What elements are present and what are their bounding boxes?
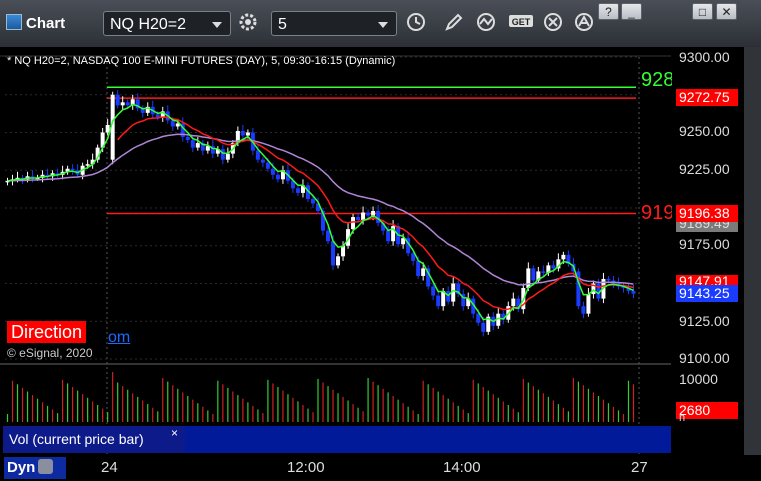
candle-body	[240, 130, 245, 136]
candle-body	[255, 150, 260, 160]
candle-body	[541, 271, 546, 273]
window-titlebar: Chart NQ H20=2 5 GET ? _ □ ✕	[0, 0, 761, 48]
maximize-button[interactable]: □	[692, 3, 713, 20]
candle-body	[295, 188, 300, 193]
candle-body	[581, 306, 586, 314]
volume-tick: 10000	[679, 371, 718, 387]
candle-body	[386, 230, 391, 242]
volume-tick: n	[679, 412, 686, 424]
price-tick: 9125.00	[679, 313, 730, 329]
candle-body	[195, 143, 200, 148]
price-tick: 9225.00	[679, 161, 730, 177]
candle-body	[631, 291, 636, 294]
candle-body	[120, 102, 125, 106]
candle-body	[331, 241, 336, 266]
candle-body	[185, 137, 190, 141]
candle-body	[125, 102, 130, 106]
candle-body	[336, 256, 341, 266]
candle-body	[265, 162, 270, 169]
get-icon[interactable]: GET	[507, 11, 537, 36]
last-price-tag: 9143.25	[676, 285, 738, 302]
app-title: Chart	[6, 14, 65, 32]
price-tick: 9250.00	[679, 123, 730, 139]
lower-red-level-tag: 9196.38	[676, 205, 738, 222]
time-tick: 27	[631, 459, 648, 476]
minimize-button[interactable]: _	[621, 3, 642, 20]
candle-body	[436, 295, 441, 307]
candle-body	[511, 298, 516, 307]
candle-body	[431, 286, 436, 296]
candle-body	[356, 217, 361, 221]
website-link[interactable]: om	[108, 329, 130, 347]
direction-badge[interactable]: Direction	[7, 321, 87, 343]
time-tick: 12:00	[287, 459, 325, 476]
volume-close-button[interactable]: ×	[171, 426, 178, 440]
price-tick: 9100.00	[679, 350, 730, 366]
interval-combo[interactable]: 5	[271, 11, 397, 36]
alert-icon[interactable]	[571, 11, 596, 36]
volume-study-bar	[185, 426, 671, 453]
price-tick: 9175.00	[679, 236, 730, 252]
candle-body	[225, 153, 230, 160]
volume-tag: 2680	[676, 402, 738, 419]
right-scroll-edge[interactable]	[744, 47, 761, 481]
upper-red-level-tag: 9272.75	[676, 89, 738, 106]
dynamic-label: Dyn	[7, 459, 36, 476]
candle-body	[551, 265, 556, 269]
dynamic-button[interactable]: Dyn	[4, 457, 66, 479]
candle-body	[606, 278, 611, 281]
interval-value: 5	[278, 16, 287, 33]
candle-body	[421, 268, 426, 276]
candle-body	[531, 268, 536, 281]
study-icon[interactable]	[474, 11, 499, 36]
candle-body	[586, 294, 591, 314]
candle-body	[416, 260, 421, 276]
red-ma-tag: 9147.91	[676, 275, 738, 285]
gear-icon[interactable]	[235, 11, 260, 36]
chevron-down-icon[interactable]	[378, 22, 388, 28]
volume-study-label: Vol (current price bar)	[3, 426, 185, 453]
candle-body	[190, 140, 195, 148]
green-level-label: 928	[641, 69, 672, 91]
time-tick: 14:00	[443, 459, 481, 476]
candle-body	[70, 168, 75, 171]
time-tick: 24	[101, 459, 118, 476]
candle-body	[326, 230, 331, 242]
candle-body	[275, 174, 280, 180]
candle-body	[155, 114, 160, 118]
pencil-icon[interactable]	[441, 11, 466, 36]
clock-icon[interactable]	[403, 11, 428, 36]
red-level-label: 919	[641, 202, 672, 224]
copyright-text: © eSignal, 2020	[7, 346, 93, 360]
app-title-label: Chart	[26, 15, 66, 32]
chart-app-icon	[6, 14, 22, 30]
price-tick: 9300.00	[679, 49, 730, 65]
candle-body	[310, 198, 315, 204]
price-chart[interactable]	[0, 47, 744, 455]
svg-text:GET: GET	[512, 17, 531, 27]
symbol-combo[interactable]: NQ H20=2	[103, 11, 231, 36]
close-button[interactable]: ✕	[716, 3, 737, 20]
candle-body	[481, 322, 486, 332]
candle-body	[270, 168, 275, 175]
close-circle-icon[interactable]	[540, 11, 565, 36]
chart-header: * NQ H20=2, NASDAQ 100 E-MINI FUTURES (D…	[7, 55, 396, 67]
candle-body	[366, 212, 371, 216]
candle-body	[220, 149, 225, 160]
candle-body	[260, 159, 265, 163]
candle-body	[361, 212, 366, 221]
candle-body	[351, 217, 356, 230]
help-button[interactable]: ?	[598, 3, 619, 20]
candle-body	[245, 132, 250, 136]
candle-body	[561, 254, 566, 260]
candle-body	[85, 164, 90, 166]
chevron-down-icon[interactable]	[212, 22, 222, 28]
candle-body	[526, 268, 531, 289]
candle-body	[115, 94, 120, 106]
symbol-value: NQ H20=2	[110, 16, 187, 33]
candle-body	[170, 120, 175, 127]
lock-icon[interactable]	[38, 459, 54, 474]
